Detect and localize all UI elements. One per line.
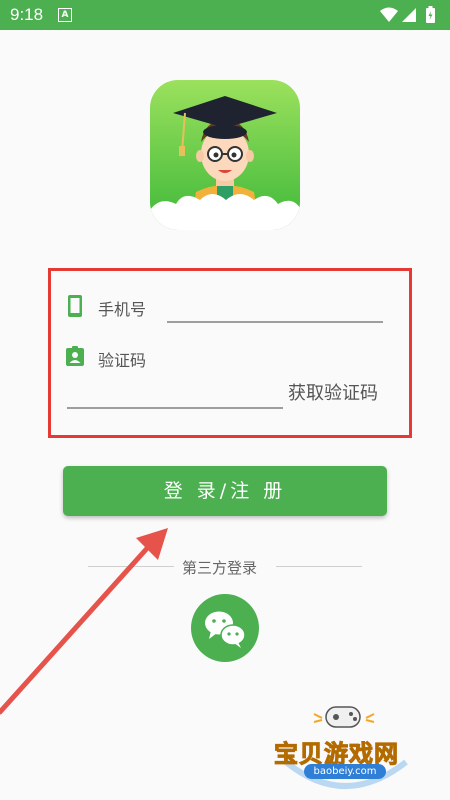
watermark-logo: 宝贝游戏网 baobeiy.com [270,700,420,795]
watermark-url: baobeiy.com [304,764,386,779]
gamepad-icon [325,706,361,728]
annotation-arrow [0,528,168,715]
